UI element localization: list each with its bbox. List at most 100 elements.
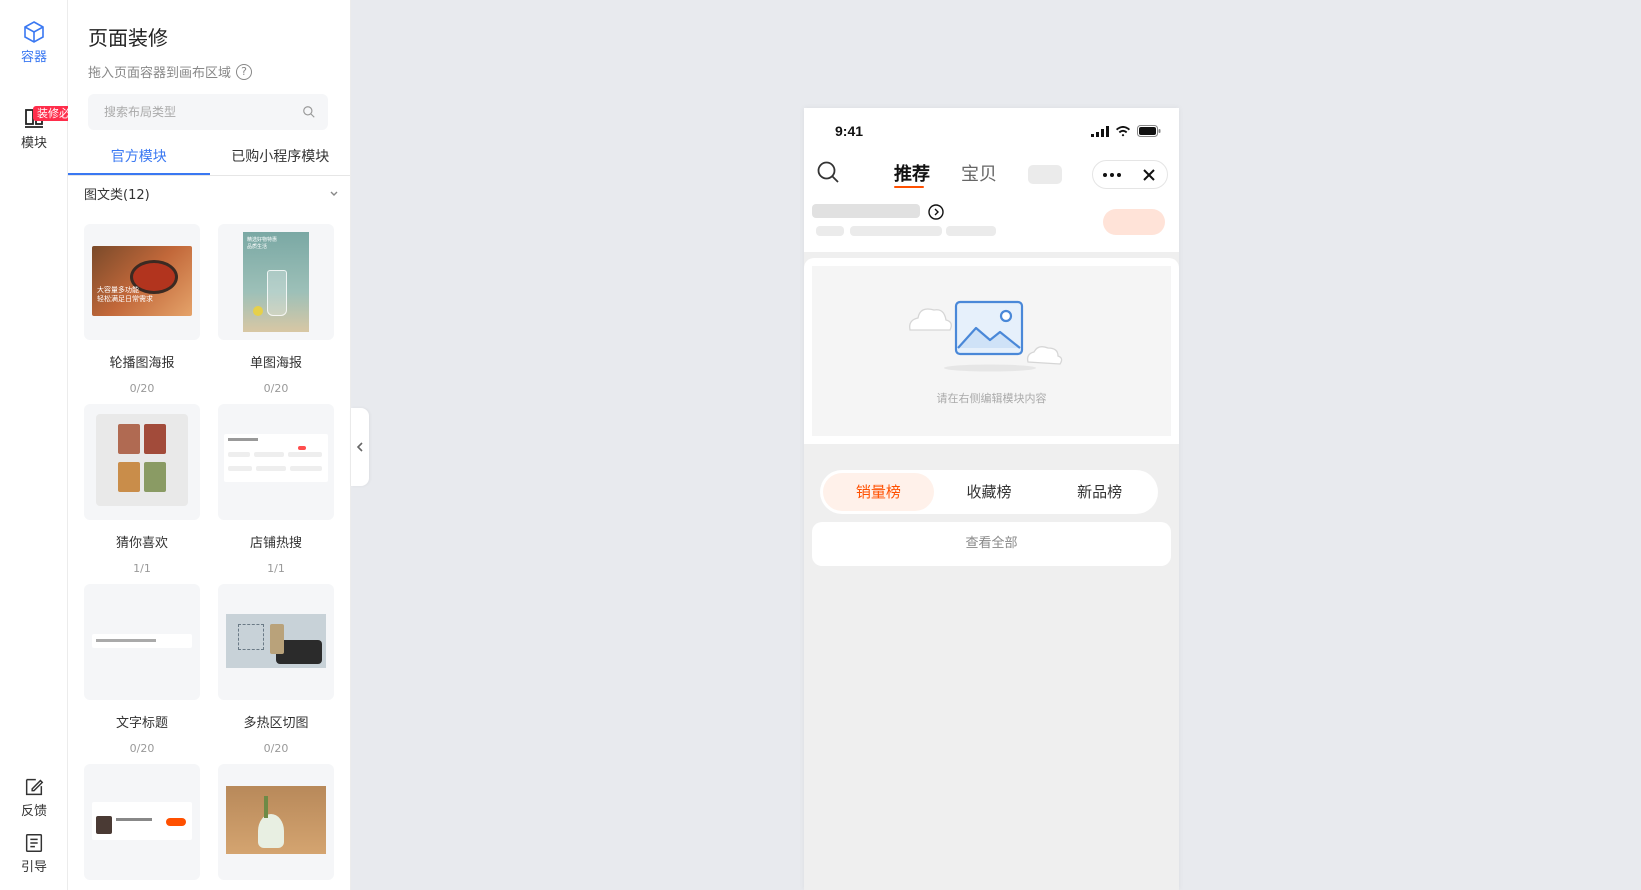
module-card-count: 0/20 [129,382,155,395]
module-card-name: 猜你喜欢 [115,536,168,551]
nav-placeholder [1028,165,1062,184]
nav-tab-underline [894,186,924,188]
preview-chip [288,452,322,457]
preview-chip [256,466,286,471]
close-icon [1142,168,1155,181]
panel-title: 页面装修 [88,26,168,50]
module-card-name: 店铺热搜 [249,536,302,551]
card8-preview-image [226,786,326,854]
tab-new-ranking[interactable]: 新品榜 [1044,473,1155,511]
module-thumb [84,404,200,520]
jug-shape [267,270,287,316]
collapse-panel-button[interactable] [351,408,369,486]
stem-shape [264,796,268,818]
preview-line [96,639,156,642]
tab-sales-ranking[interactable]: 销量榜 [823,473,934,511]
help-icon[interactable]: ? [236,63,253,80]
section-header-image-text[interactable]: 图文类(12) [84,184,339,203]
module-card-count: 0/20 [263,382,289,395]
rail-label-feedback: 反馈 [20,804,47,819]
guess-like-image [96,414,188,506]
hotspot-area [238,624,264,650]
preview-avatar [96,816,112,834]
module-card-name: 单图海报 [249,356,302,371]
image-placeholder: 请在右侧编辑模块内容 [812,266,1171,436]
arrow-circle-right-icon[interactable] [928,204,944,220]
preview-button [166,818,186,826]
section-title: 图文类(12) [84,188,150,203]
mini-program-capsule [1092,160,1168,189]
module-thumb [218,764,334,880]
module-tabs: 官方模块 已购小程序模块 [68,140,351,176]
image-module-block[interactable]: 请在右侧编辑模块内容 [804,258,1179,444]
phone-canvas: 9:41 推荐 宝贝 请在右侧编辑模块内容 销量榜 收藏榜 新品榜 查看全部 [804,108,1179,890]
module-thumb [218,584,334,700]
tab-favorites-ranking[interactable]: 收藏榜 [934,473,1045,511]
battery-icon [1137,125,1161,137]
tab-purchased-modules[interactable]: 已购小程序模块 [210,140,351,175]
search-icon[interactable] [816,160,840,184]
carousel-poster-text: 大容量多功能 轻松满足日常需求 [97,286,153,303]
shop-meta-placeholder [946,226,996,236]
module-card-count: 1/1 [133,562,151,575]
grinder-shape [270,624,284,654]
module-card-carousel-poster[interactable]: 大容量多功能 轻松满足日常需求 轮播图海报 0/20 [84,224,200,395]
single-poster-image: 精选好物特惠 品质生活 [243,232,309,332]
cube-icon [24,21,44,43]
ranking-tabs: 销量榜 收藏榜 新品榜 [820,470,1158,514]
more-button[interactable] [1093,172,1130,177]
rail-item-container[interactable]: 容器 [0,20,68,65]
preview-line [228,438,258,441]
hotspot-preview-image [226,614,326,668]
product-thumb-4 [144,462,166,492]
panel-subtitle-text: 拖入页面容器到画布区域 [88,66,232,81]
module-card-8[interactable] [218,764,334,890]
rail-label-container: 容器 [20,50,47,65]
hot-search-preview [224,434,328,482]
search-input[interactable] [104,105,302,119]
text-title-preview [92,634,192,648]
hot-tag [298,446,306,450]
shop-meta-placeholder [850,226,942,236]
close-button[interactable] [1130,168,1167,181]
phone-header: 9:41 推荐 宝贝 [804,108,1179,252]
module-thumb [84,584,200,700]
tab-official-modules[interactable]: 官方模块 [68,140,210,175]
nav-tab-recommend[interactable]: 推荐 [894,160,930,186]
preview-chip [254,452,284,457]
module-card-text-title[interactable]: 文字标题 0/20 [84,584,200,755]
product-thumb-3 [118,462,140,492]
more-dots-icon [1102,172,1121,177]
module-card-name: 轮播图海报 [109,356,175,371]
lemon-shape [253,306,263,316]
carousel-poster-image: 大容量多功能 轻松满足日常需求 [92,246,192,316]
module-thumb [84,764,200,880]
panel-subtitle: 拖入页面容器到画布区域 ? [88,62,253,81]
rail-item-feedback[interactable]: 反馈 [0,776,68,819]
module-card-name: 文字标题 [115,716,168,731]
module-card-single-poster[interactable]: 精选好物特惠 品质生活 单图海报 0/20 [218,224,334,395]
preview-chip [228,466,252,471]
module-card-7[interactable] [84,764,200,890]
rail-item-guide[interactable]: 引导 [0,832,68,875]
status-time: 9:41 [835,123,864,139]
nav-tab-items[interactable]: 宝贝 [961,160,997,186]
preview-line [116,818,152,821]
status-icons [1091,125,1161,137]
module-card-count: 1/1 [267,562,285,575]
module-card-guess-you-like[interactable]: 猜你喜欢 1/1 [84,404,200,575]
module-card-hot-search[interactable]: 店铺热搜 1/1 [218,404,334,575]
preview-chip [290,466,322,471]
chevron-left-icon [356,442,363,452]
follow-button-placeholder[interactable] [1103,209,1165,235]
module-card-hotspot-image[interactable]: 多热区切图 0/20 [218,584,334,755]
view-all-button[interactable]: 查看全部 [812,522,1171,566]
module-thumb [218,404,334,520]
rail-label-guide: 引导 [20,860,47,875]
edit-icon [25,778,44,796]
vase-shape [258,814,284,848]
module-card-name: 多热区切图 [243,716,309,731]
card7-preview [92,802,192,840]
search-icon[interactable] [302,105,316,119]
module-card-count: 0/20 [263,742,289,755]
